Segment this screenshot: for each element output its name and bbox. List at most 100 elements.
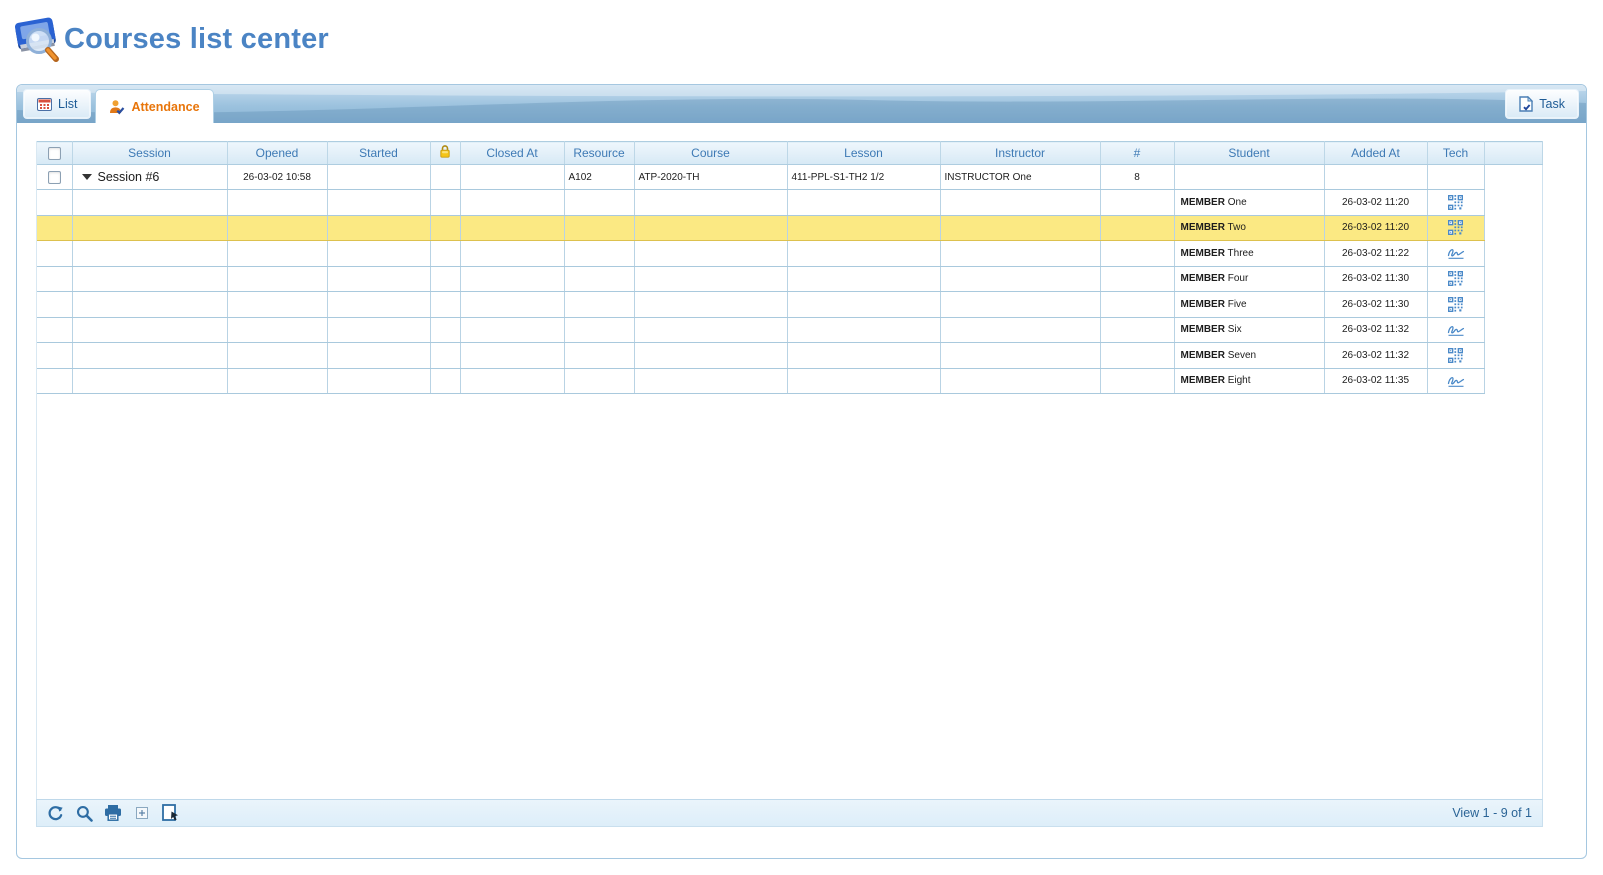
member-added-at: 26-03-02 11:22	[1324, 241, 1427, 267]
member-name: Three	[1225, 248, 1254, 259]
member-row[interactable]: MEMBER Seven 26-03-02 11:32	[37, 343, 1542, 369]
member-row[interactable]: MEMBER Three 26-03-02 11:22	[37, 241, 1542, 267]
tab-task[interactable]: Task	[1505, 89, 1579, 119]
session-resource: A102	[564, 165, 634, 190]
session-instructor: INSTRUCTOR One	[940, 165, 1100, 190]
session-checkbox[interactable]	[48, 171, 61, 184]
member-label: MEMBER	[1181, 375, 1225, 386]
member-tech-cell	[1427, 190, 1484, 216]
member-row[interactable]: MEMBER Four 26-03-02 11:30	[37, 266, 1542, 292]
session-count: 8	[1100, 165, 1174, 190]
member-student-cell: MEMBER Two	[1174, 215, 1324, 241]
col-header-started[interactable]: Started	[327, 142, 430, 165]
member-name: Two	[1225, 222, 1246, 233]
col-header-added-at[interactable]: Added At	[1324, 142, 1427, 165]
select-cursor-icon	[162, 804, 180, 822]
main-panel: List Attendance Task	[16, 84, 1587, 859]
qr-code-icon[interactable]	[1448, 297, 1463, 312]
member-label: MEMBER	[1181, 299, 1225, 310]
session-row[interactable]: Session #6 26-03-02 10:58 A102 ATP-2020-…	[37, 165, 1542, 190]
session-name: Session #6	[98, 170, 160, 184]
print-button[interactable]	[103, 803, 123, 823]
grid-content: Session Opened Started Closed At Resourc…	[17, 123, 1586, 827]
col-header-lesson[interactable]: Lesson	[787, 142, 940, 165]
tab-attendance[interactable]: Attendance	[95, 89, 213, 123]
header-row: Session Opened Started Closed At Resourc…	[37, 142, 1542, 165]
session-lesson: 411-PPL-S1-TH2 1/2	[787, 165, 940, 190]
tabstrip-wave-decoration	[17, 85, 1586, 123]
tab-list[interactable]: List	[23, 89, 91, 119]
member-name: Eight	[1225, 375, 1251, 386]
member-name: Seven	[1225, 350, 1256, 361]
qr-code-icon[interactable]	[1448, 348, 1463, 363]
col-header-student[interactable]: Student	[1174, 142, 1324, 165]
attendance-person-icon	[109, 99, 125, 115]
grid-body: Session #6 26-03-02 10:58 A102 ATP-2020-…	[37, 165, 1542, 394]
search-button[interactable]	[74, 803, 94, 823]
tab-attendance-label: Attendance	[131, 100, 199, 114]
member-row[interactable]: MEMBER Two 26-03-02 11:20	[37, 215, 1542, 241]
member-added-at: 26-03-02 11:20	[1324, 190, 1427, 216]
expand-plus-icon	[136, 807, 148, 819]
member-row[interactable]: MEMBER Five 26-03-02 11:30	[37, 292, 1542, 318]
member-row[interactable]: MEMBER Six 26-03-02 11:32	[37, 317, 1542, 343]
select-records-button[interactable]	[161, 803, 181, 823]
member-tech-cell	[1427, 292, 1484, 318]
refresh-button[interactable]	[45, 803, 65, 823]
member-added-at: 26-03-02 11:32	[1324, 343, 1427, 369]
session-closed-at	[460, 165, 564, 190]
member-label: MEMBER	[1181, 350, 1225, 361]
select-all-header-cell	[37, 142, 72, 165]
collapse-icon[interactable]	[82, 174, 92, 180]
lock-icon	[439, 144, 451, 159]
member-label: MEMBER	[1181, 197, 1225, 208]
col-header-resource[interactable]: Resource	[564, 142, 634, 165]
col-header-closed-at[interactable]: Closed At	[460, 142, 564, 165]
session-started	[327, 165, 430, 190]
member-student-cell: MEMBER Four	[1174, 266, 1324, 292]
tab-strip: List Attendance Task	[17, 85, 1586, 123]
signature-icon[interactable]	[1446, 374, 1466, 388]
search-icon	[76, 805, 93, 822]
member-label: MEMBER	[1181, 248, 1225, 259]
member-row[interactable]: MEMBER Eight 26-03-02 11:35	[37, 368, 1542, 394]
member-label: MEMBER	[1181, 273, 1225, 284]
calendar-icon	[37, 97, 52, 111]
member-row[interactable]: MEMBER One 26-03-02 11:20	[37, 190, 1542, 216]
member-label: MEMBER	[1181, 222, 1225, 233]
col-header-opened[interactable]: Opened	[227, 142, 327, 165]
member-added-at: 26-03-02 11:30	[1324, 266, 1427, 292]
session-opened: 26-03-02 10:58	[227, 165, 327, 190]
select-all-checkbox[interactable]	[48, 147, 61, 160]
col-header-lock[interactable]	[430, 142, 460, 165]
qr-code-icon[interactable]	[1448, 271, 1463, 286]
member-student-cell: MEMBER One	[1174, 190, 1324, 216]
member-student-cell: MEMBER Seven	[1174, 343, 1324, 369]
col-header-count[interactable]: #	[1100, 142, 1174, 165]
member-added-at: 26-03-02 11:20	[1324, 215, 1427, 241]
col-header-instructor[interactable]: Instructor	[940, 142, 1100, 165]
signature-icon[interactable]	[1446, 246, 1466, 260]
qr-code-icon[interactable]	[1448, 195, 1463, 210]
page-title: Courses list center	[64, 23, 329, 56]
col-header-session[interactable]: Session	[72, 142, 227, 165]
session-student-cell	[1174, 165, 1324, 190]
member-tech-cell	[1427, 266, 1484, 292]
session-lock-cell	[430, 165, 460, 190]
col-header-course[interactable]: Course	[634, 142, 787, 165]
session-added-at-cell	[1324, 165, 1427, 190]
signature-icon[interactable]	[1446, 323, 1466, 337]
col-header-filler	[1484, 142, 1542, 165]
member-added-at: 26-03-02 11:35	[1324, 368, 1427, 394]
member-name: Six	[1225, 324, 1242, 335]
member-tech-cell	[1427, 343, 1484, 369]
qr-code-icon[interactable]	[1448, 220, 1463, 235]
expand-button[interactable]	[132, 803, 152, 823]
member-name: Four	[1225, 273, 1248, 284]
col-header-tech[interactable]: Tech	[1427, 142, 1484, 165]
session-course: ATP-2020-TH	[634, 165, 787, 190]
tab-task-label: Task	[1539, 97, 1565, 111]
session-name-cell: Session #6	[72, 165, 227, 190]
page-header: Courses list center	[0, 0, 1603, 72]
member-tech-cell	[1427, 215, 1484, 241]
